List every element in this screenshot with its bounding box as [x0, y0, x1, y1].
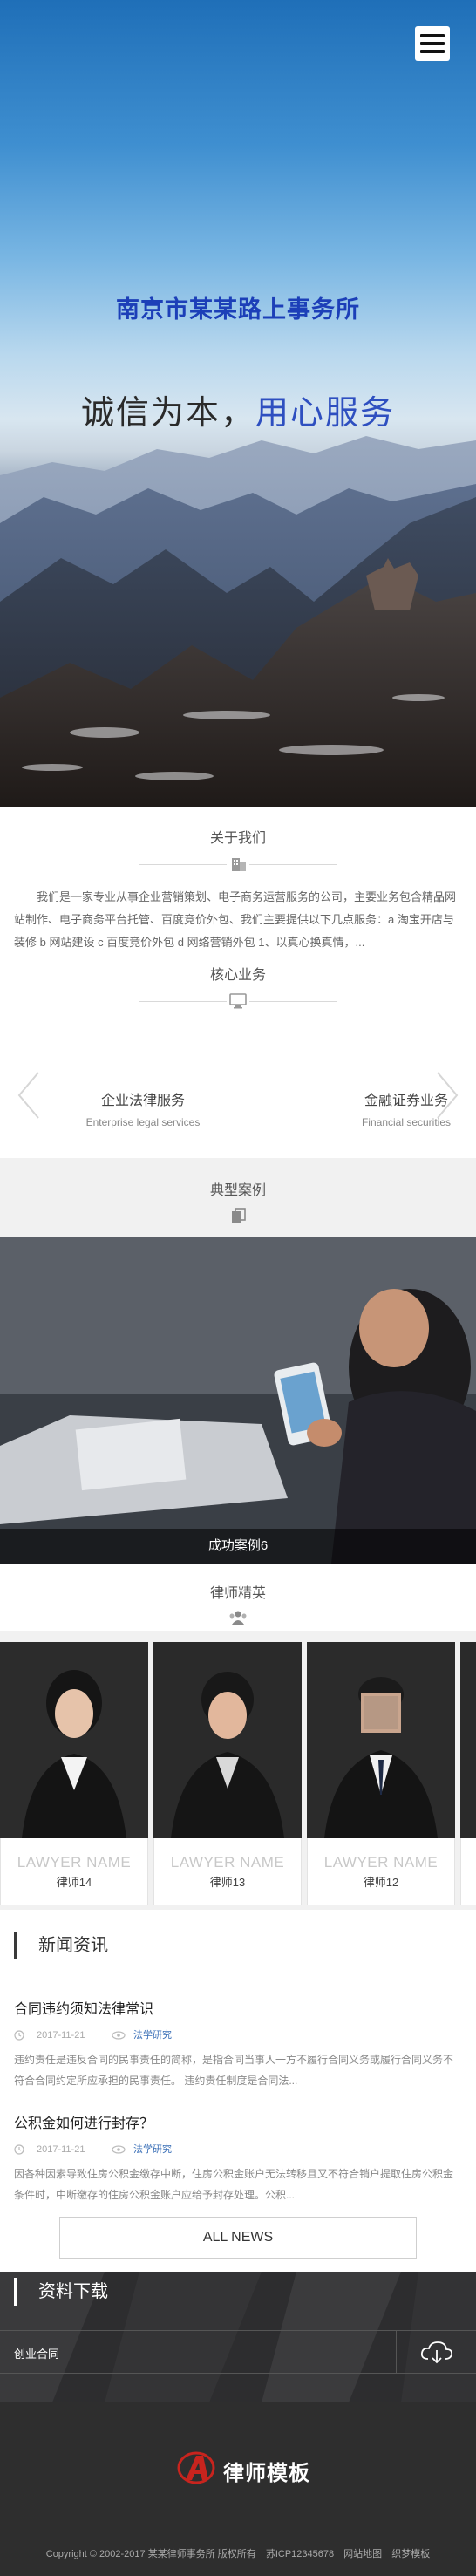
lawyer-photo: [0, 1642, 148, 1838]
menu-line: [420, 50, 445, 53]
news-item-meta: 2017-11-21 法学研究: [14, 2028, 462, 2042]
hero-slogan: 诚信为本，用心服务: [0, 385, 476, 433]
about-section-title: 关于我们: [209, 831, 266, 846]
menu-line: [420, 34, 445, 37]
business-item-title: 企业法律服务: [100, 1094, 185, 1108]
eye-icon: [112, 2031, 126, 2040]
copyright-bar: Copyright © 2002-2017 某某律师事务所 版权所有 苏ICP1…: [0, 2546, 476, 2560]
about-text: 我们是一家专业从事企业营销策划、电子商务运营服务的公司，主要业务包含精品网站制作…: [14, 890, 457, 949]
lawyer-meta: LAWYER NAME 律师13: [153, 1838, 302, 1905]
news-item-title[interactable]: 合同违约须知法律常识: [14, 1997, 462, 2018]
eye-icon: [112, 2145, 126, 2154]
lawyer-name-placeholder: LAWYER NAME: [170, 1854, 285, 1871]
menu-line: [420, 42, 445, 45]
news-item[interactable]: 公积金如何进行封存？ 2017-11-21 法学研究 因各种因素导致住房公积金缴…: [14, 2111, 462, 2205]
lawyer-photo: [153, 1642, 302, 1838]
news-section-title: 新闻资讯: [14, 1932, 108, 1959]
hero-slogan-main: 诚信为本，: [80, 395, 255, 432]
lawyer-portrait-image: [307, 1642, 455, 1838]
cloud-download-icon: [420, 2341, 453, 2364]
news-item-desc: 违约责任是违反合同的民事责任的简称，是指合同当事人一方不履行合同义务或履行合同义…: [14, 2054, 454, 2087]
lawyer-name: 律师13: [209, 1876, 246, 1889]
all-news-button[interactable]: ALL NEWS: [59, 2217, 417, 2259]
lawyer-name: 律师14: [56, 1876, 92, 1889]
cases-section-title: 典型案例: [209, 1183, 266, 1198]
lawyer-card-partial[interactable]: [460, 1642, 476, 1905]
download-item: 创业合同: [0, 2330, 476, 2374]
business-item-subtitle: Financial securities: [361, 1116, 452, 1128]
lawyer-photo: [460, 1642, 476, 1838]
news-item-meta: 2017-11-21 法学研究: [14, 2143, 462, 2157]
lawyer-name-placeholder: LAWYER NAME: [17, 1854, 132, 1871]
case-slide[interactable]: 成功案例6: [0, 1237, 476, 1564]
news-item[interactable]: 合同违约须知法律常识 2017-11-21 法学研究 违约责任是违反合同的民事责…: [14, 1997, 462, 2091]
footer-link-template[interactable]: 织梦模板: [391, 2549, 430, 2559]
news-item-desc: 因各种因素导致住房公积金缴存中断，住房公积金账户无法转移且又不符合销户提取住房公…: [14, 2168, 454, 2201]
hero-title: 南京市某某路上事务所: [116, 296, 360, 324]
logo-icon: [177, 2451, 215, 2484]
lawyer-portrait-image: [0, 1642, 148, 1838]
business-section-title: 核心业务: [209, 968, 266, 983]
business-item[interactable]: 企业法律服务 Enterprise legal services: [56, 1088, 230, 1128]
clock-icon: [14, 2144, 24, 2155]
building-icon: [232, 858, 246, 871]
lawyer-name: 律师12: [363, 1876, 399, 1889]
news-item-date: 2017-11-21: [37, 2144, 85, 2155]
divider: [139, 1001, 227, 1002]
news-item-date: 2017-11-21: [37, 2030, 85, 2041]
case-photo-image: [0, 1237, 476, 1564]
lawyer-meta: LAWYER NAME 律师12: [307, 1838, 455, 1905]
lawyer-name-placeholder: LAWYER NAME: [323, 1854, 439, 1871]
clock-icon: [14, 2030, 24, 2041]
divider: [139, 864, 227, 865]
business-item-subtitle: Enterprise legal services: [85, 1116, 201, 1128]
case-caption: 成功案例6: [0, 1529, 476, 1564]
news-item-title[interactable]: 公积金如何进行封存？: [14, 2111, 462, 2132]
divider: [249, 1001, 337, 1002]
copy-icon: [232, 1208, 246, 1223]
lawyer-meta: [460, 1838, 476, 1905]
monitor-icon: [229, 993, 247, 1009]
menu-hamburger-button[interactable]: [415, 26, 450, 61]
divider: [249, 864, 337, 865]
downloads-section-title: 资料下载: [14, 2278, 108, 2306]
lawyer-portrait-image: [153, 1642, 302, 1838]
lawyers-section-title: 律师精英: [209, 1586, 266, 1601]
copyright-text: Copyright © 2002-2017 某某律师事务所 版权所有: [45, 2549, 256, 2559]
news-item-category[interactable]: 法学研究: [133, 2028, 172, 2042]
chevron-left-icon[interactable]: [16, 1069, 42, 1121]
lawyer-photo: [307, 1642, 455, 1838]
download-item-name[interactable]: 创业合同: [14, 2345, 59, 2361]
download-button[interactable]: [396, 2331, 476, 2373]
lawyer-card[interactable]: LAWYER NAME 律师13: [153, 1642, 302, 1905]
business-item-title: 金融证券业务: [364, 1094, 448, 1108]
logo-text: 律师模板: [223, 2460, 310, 2485]
lawyer-meta: LAWYER NAME 律师14: [0, 1838, 148, 1905]
lawyer-card[interactable]: LAWYER NAME 律师12: [307, 1642, 455, 1905]
team-icon: [229, 1611, 247, 1625]
hero-slogan-accent: 用心服务: [255, 395, 396, 432]
lawyer-card[interactable]: LAWYER NAME 律师14: [0, 1642, 148, 1905]
footer-link-sitemap[interactable]: 网站地图: [343, 2549, 382, 2559]
business-item[interactable]: 金融证券业务 Financial securities: [319, 1088, 476, 1128]
hero-banner: 南京市某某路上事务所 诚信为本，用心服务: [0, 0, 476, 807]
footer-link-icp[interactable]: 苏ICP12345678: [266, 2549, 334, 2559]
news-item-category[interactable]: 法学研究: [133, 2143, 172, 2157]
page: 南京市某某路上事务所 诚信为本，用心服务 关于我们 我们是一家专业从事企业营销策…: [0, 0, 476, 2576]
